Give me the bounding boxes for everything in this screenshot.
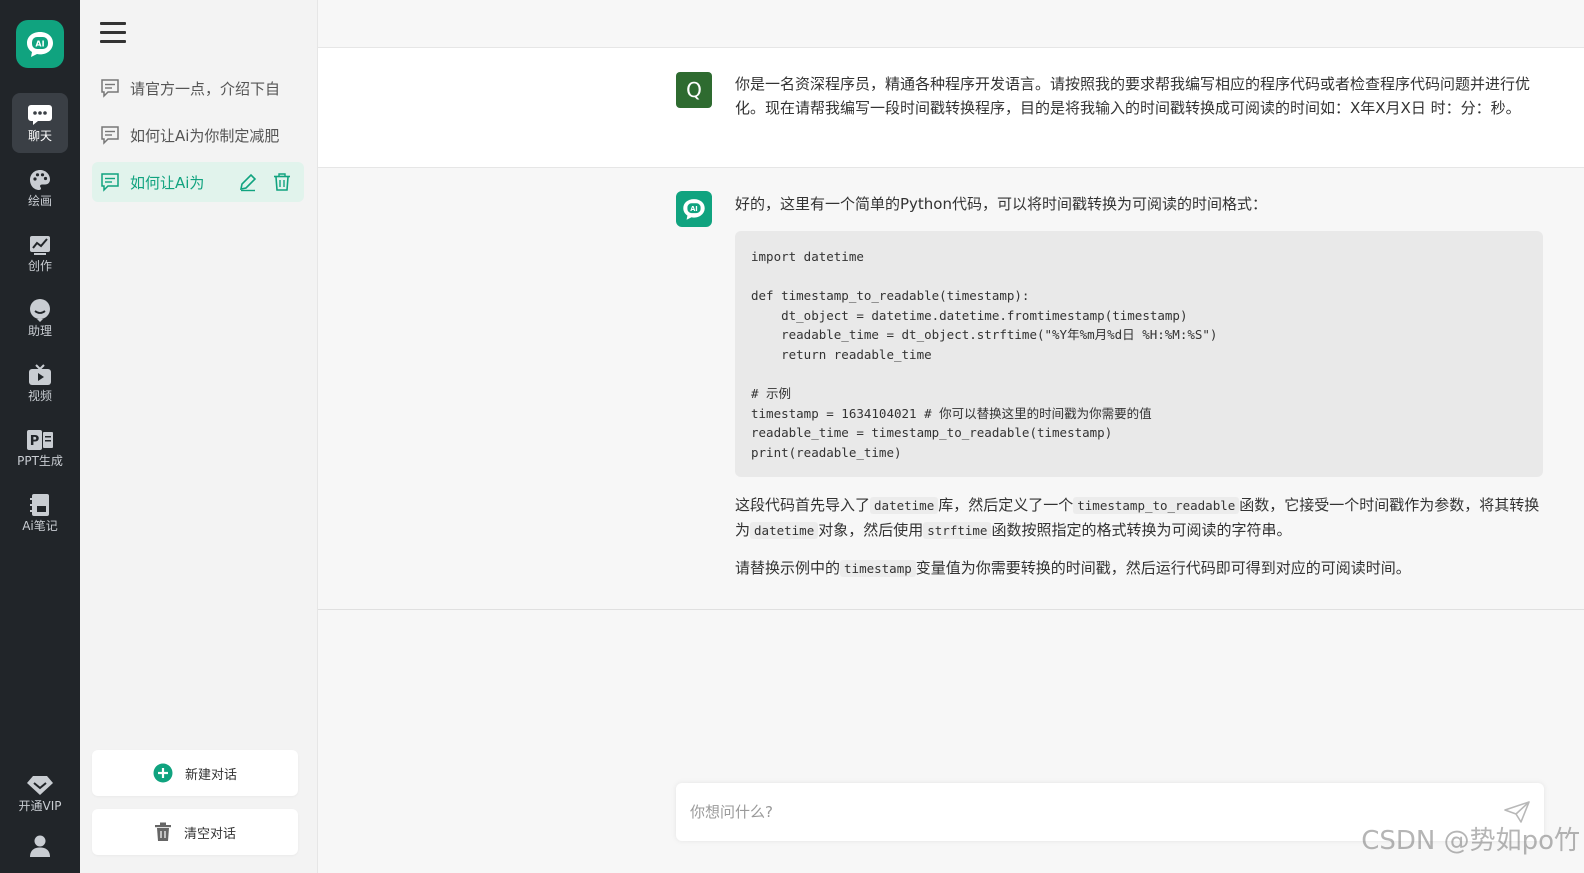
conversation-item[interactable]: 请官方一点，介绍下自 — [92, 68, 304, 108]
ai-intro-text: 好的，这里有一个简单的Python代码，可以将时间戳转换为可阅读的时间格式： — [735, 195, 1267, 213]
message-icon — [101, 126, 119, 145]
new-chat-label: 新建对话 — [184, 767, 237, 783]
edit-icon[interactable] — [238, 172, 258, 192]
rail-item-video[interactable]: 视频 — [12, 353, 68, 413]
ai-logo-icon: AI — [27, 32, 53, 57]
rail-item-notes[interactable]: Ai笔记 — [12, 483, 68, 543]
code-block[interactable]: import datetime def timestamp_to_readabl… — [735, 231, 1543, 477]
ai-logo-icon: AI — [683, 199, 705, 220]
rail-item-ppt[interactable]: P PPT生成 — [12, 418, 68, 478]
rail-label: 绘画 — [27, 194, 52, 208]
inline-code: datetime — [750, 522, 819, 539]
user-message: Q 你是一名资深程序员，精通各种程序开发语言。请按照我的要求帮我编写相应的程序代… — [318, 48, 1584, 168]
rail-item-paint[interactable]: 绘画 — [12, 158, 68, 218]
tv-icon — [29, 364, 51, 385]
plus-circle-icon — [153, 763, 173, 783]
conversation-item[interactable]: 如何让Ai为你制定减肥 — [92, 115, 304, 155]
ai-message: AI 好的，这里有一个简单的Python代码，可以将时间戳转换为可阅读的时间格式… — [318, 168, 1584, 610]
rail-item-create[interactable]: 创作 — [12, 223, 68, 283]
rail-item-user[interactable] — [12, 825, 68, 869]
ai-instruction-paragraph: 请替换示例中的 timestamp 变量值为你需要转换的时间戳，然后运行代码即可得到… — [735, 556, 1553, 581]
message-icon — [101, 173, 119, 192]
rail-label: 视频 — [27, 389, 52, 403]
app-logo[interactable]: AI — [16, 20, 64, 68]
user-message-text: 你是一名资深程序员，精通各种程序开发语言。请按照我的要求帮我编写相应的程序代码或… — [735, 75, 1531, 117]
text-run: 对象，然后使用 — [818, 521, 924, 539]
trash-icon — [154, 822, 171, 841]
palette-icon — [30, 170, 50, 190]
conversation-title: 如何让Ai为 — [130, 173, 205, 192]
rail-item-vip[interactable]: 开通VIP — [12, 763, 68, 823]
chart-icon — [30, 236, 50, 255]
text-run: 请替换示例中的 — [735, 559, 841, 577]
chat-main: Q 你是一名资深程序员，精通各种程序开发语言。请按照我的要求帮我编写相应的程序代… — [318, 0, 1584, 873]
text-run: 函数按照指定的格式转换为可阅读的字符串。 — [991, 521, 1292, 539]
conversation-sidebar: 请官方一点，介绍下自 如何让Ai为你制定减肥 如何让Ai为 新建对话 清空对话 — [80, 0, 318, 873]
rail-item-chat[interactable]: 聊天 — [12, 93, 68, 153]
new-chat-button[interactable]: 新建对话 — [92, 750, 298, 796]
message-icon — [101, 79, 119, 98]
user-icon — [30, 835, 50, 857]
conversation-title: 如何让Ai为你制定减肥 — [130, 126, 280, 145]
inline-code: datetime — [870, 497, 939, 514]
rail-label: 助理 — [27, 324, 52, 338]
clear-chat-button[interactable]: 清空对话 — [92, 809, 298, 855]
rail-label: 开通VIP — [18, 799, 62, 813]
menu-toggle-button[interactable] — [100, 22, 130, 50]
text-run: 这段代码首先导入了 — [735, 496, 871, 514]
notebook-icon — [30, 494, 49, 516]
diamond-icon — [27, 776, 53, 795]
conversation-title: 请官方一点，介绍下自 — [130, 79, 281, 98]
svg-text:AI: AI — [35, 40, 44, 49]
delete-icon[interactable] — [272, 172, 292, 192]
ai-explanation-paragraph: 这段代码首先导入了 datetime 库，然后定义了一个 timestamp_to_r… — [735, 493, 1553, 543]
user-avatar: Q — [676, 72, 712, 108]
text-run: 变量值为你需要转换的时间戳，然后运行代码即可得到对应的可阅读时间。 — [915, 559, 1411, 577]
inline-code: timestamp — [840, 560, 916, 577]
inline-code: strftime — [923, 522, 992, 539]
hamburger-icon-bar — [100, 31, 126, 34]
inline-code: timestamp_to_readable — [1073, 497, 1240, 514]
rail-label: PPT生成 — [17, 454, 63, 468]
conversation-item-active[interactable]: 如何让Ai为 — [92, 162, 304, 202]
rail-label: Ai笔记 — [22, 519, 58, 533]
svg-text:AI: AI — [690, 205, 698, 213]
app-root: AI 聊天 绘画 创作 助理 视频 P PPT生成 Ai笔记 开通VIP 请官方… — [0, 0, 1584, 873]
ppt-icon: P — [27, 430, 53, 450]
rail-label: 创作 — [27, 259, 52, 273]
top-bar — [318, 0, 1584, 48]
hamburger-icon-bar — [100, 40, 126, 43]
hamburger-icon-bar — [100, 22, 126, 25]
watermark: CSDN @势如po竹 — [1361, 826, 1580, 856]
clear-chat-label: 清空对话 — [183, 826, 236, 842]
rail-label: 聊天 — [27, 129, 52, 143]
left-rail: AI 聊天 绘画 创作 助理 视频 P PPT生成 Ai笔记 开通VIP — [0, 0, 80, 873]
rail-item-assistant[interactable]: 助理 — [12, 288, 68, 348]
ai-avatar: AI — [676, 191, 712, 227]
chat-icon — [28, 105, 52, 125]
svg-text:P: P — [30, 434, 40, 449]
text-run: 库，然后定义了一个 — [938, 496, 1074, 514]
assistant-icon — [30, 299, 50, 322]
